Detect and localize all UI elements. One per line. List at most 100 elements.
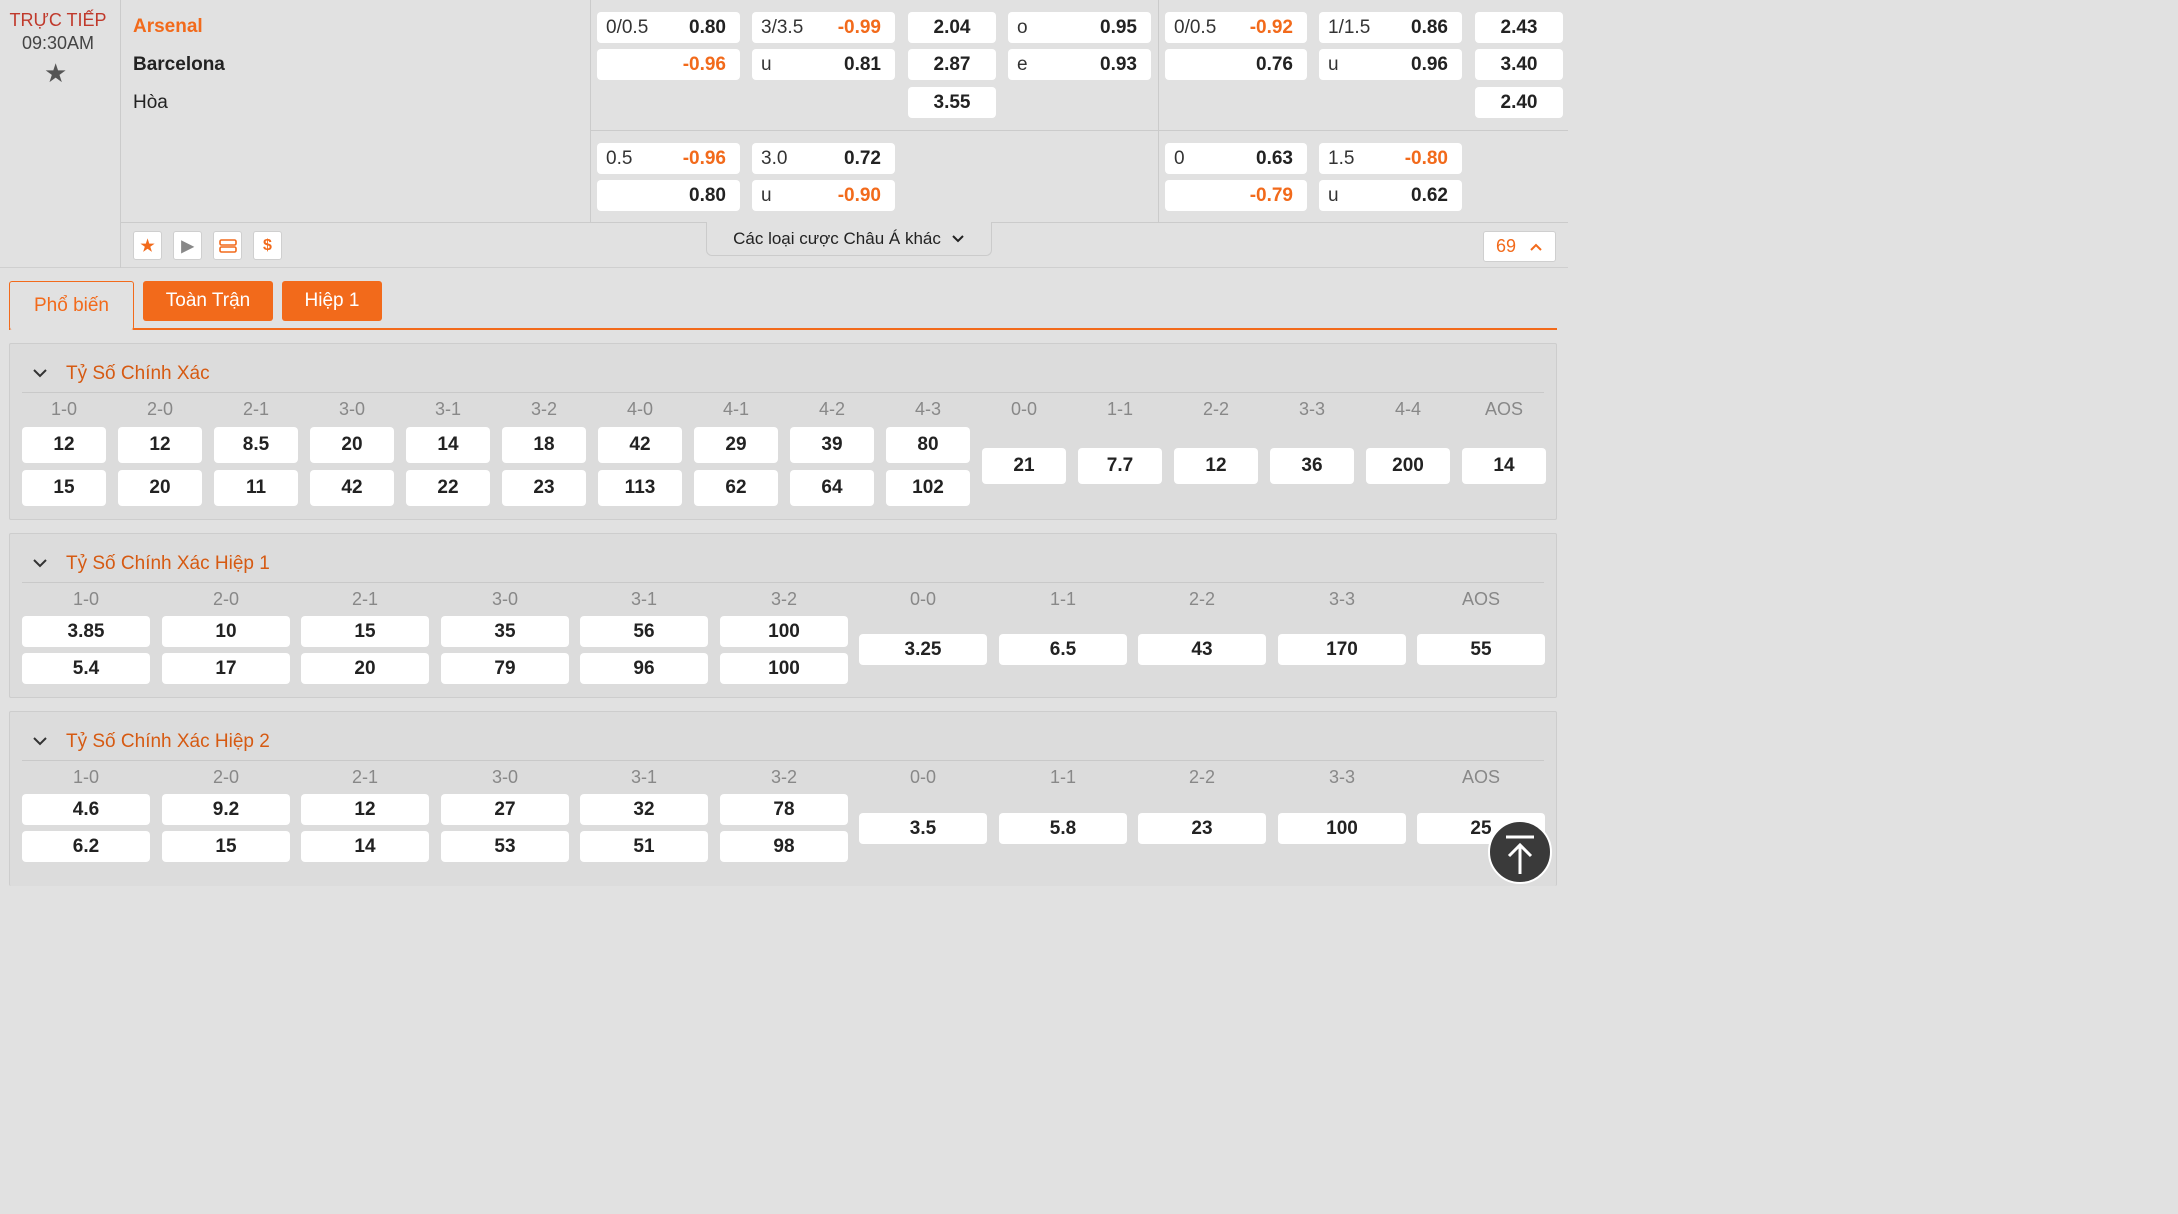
ft-overunder2-under[interactable]: u -0.90 <box>752 180 895 211</box>
ft-handicap-home[interactable]: 0/0.5 0.80 <box>597 12 740 43</box>
odds-button[interactable]: 15 <box>162 831 290 862</box>
ft-overunder-under[interactable]: u 0.81 <box>752 49 895 80</box>
odds-button[interactable]: 80 <box>886 427 970 463</box>
ht-1x2-away[interactable]: 3.40 <box>1475 49 1563 80</box>
ft-odd-even-even[interactable]: e 0.93 <box>1008 49 1151 80</box>
dollar-icon[interactable]: $ <box>253 231 282 260</box>
odds-button[interactable]: 17 <box>162 653 290 684</box>
ht-overunder2-over[interactable]: 1.5 -0.80 <box>1319 143 1462 174</box>
odds-button[interactable]: 27 <box>441 794 569 825</box>
chevron-down-icon[interactable] <box>32 736 48 746</box>
odds-button[interactable]: 96 <box>580 653 708 684</box>
ht-1x2-home[interactable]: 2.43 <box>1475 12 1563 43</box>
odds-button[interactable]: 11 <box>214 470 298 506</box>
ht-1x2-draw[interactable]: 2.40 <box>1475 87 1563 118</box>
odds-button[interactable]: 20 <box>310 427 394 463</box>
odds-button[interactable]: 39 <box>790 427 874 463</box>
odds-button[interactable]: 29 <box>694 427 778 463</box>
stats-icon[interactable] <box>213 231 242 260</box>
ft-1x2-home[interactable]: 2.04 <box>908 12 996 43</box>
odds-button[interactable]: 42 <box>598 427 682 463</box>
odds-button[interactable]: 170 <box>1278 634 1406 665</box>
odds-button[interactable]: 23 <box>502 470 586 506</box>
odds-button[interactable]: 3.25 <box>859 634 987 665</box>
more-asian-bets-dropdown[interactable]: Các loại cược Châu Á khác <box>706 222 992 256</box>
ft-handicap2-away[interactable]: 0.80 <box>597 180 740 211</box>
odds-button[interactable]: 100 <box>720 616 848 647</box>
ft-1x2-draw[interactable]: 3.55 <box>908 87 996 118</box>
odds-button[interactable]: 20 <box>301 653 429 684</box>
ht-handicap2-home[interactable]: 0 0.63 <box>1165 143 1307 174</box>
odds-button[interactable]: 35 <box>441 616 569 647</box>
ft-overunder-over[interactable]: 3/3.5 -0.99 <box>752 12 895 43</box>
ht-handicap2-away[interactable]: -0.79 <box>1165 180 1307 211</box>
away-team[interactable]: Barcelona <box>133 54 225 76</box>
ft-handicap2-home[interactable]: 0.5 -0.96 <box>597 143 740 174</box>
odds-button[interactable]: 12 <box>301 794 429 825</box>
odds-button[interactable]: 5.8 <box>999 813 1127 844</box>
tab-first-half[interactable]: Hiệp 1 <box>282 281 382 321</box>
odds-button[interactable]: 79 <box>441 653 569 684</box>
odds-button[interactable]: 10 <box>162 616 290 647</box>
home-team[interactable]: Arsenal <box>133 16 203 38</box>
odds-button[interactable]: 64 <box>790 470 874 506</box>
odds-button[interactable]: 4.6 <box>22 794 150 825</box>
odds-button[interactable]: 100 <box>720 653 848 684</box>
odds-button[interactable]: 20 <box>118 470 202 506</box>
odds-button[interactable]: 22 <box>406 470 490 506</box>
ft-odd-even-odd[interactable]: o 0.95 <box>1008 12 1151 43</box>
odds-button[interactable]: 113 <box>598 470 682 506</box>
odds-button[interactable]: 12 <box>1174 448 1258 484</box>
ht-overunder2-under[interactable]: u 0.62 <box>1319 180 1462 211</box>
odds-button[interactable]: 6.5 <box>999 634 1127 665</box>
odds-button[interactable]: 3.85 <box>22 616 150 647</box>
tab-full-match[interactable]: Toàn Trận <box>143 281 273 321</box>
ht-handicap-home[interactable]: 0/0.5 -0.92 <box>1165 12 1307 43</box>
odds-button[interactable]: 23 <box>1138 813 1266 844</box>
odds-button[interactable]: 102 <box>886 470 970 506</box>
score-header: 2-0 <box>212 767 239 787</box>
odds-button[interactable]: 18 <box>502 427 586 463</box>
odds-button[interactable]: 32 <box>580 794 708 825</box>
odds-button[interactable]: 53 <box>441 831 569 862</box>
odds-button[interactable]: 55 <box>1417 634 1545 665</box>
odds-button[interactable]: 43 <box>1138 634 1266 665</box>
ft-handicap-away[interactable]: -0.96 <box>597 49 740 80</box>
back-to-top-button[interactable] <box>1488 820 1552 884</box>
odds-button[interactable]: 56 <box>580 616 708 647</box>
ft-overunder2-over[interactable]: 3.0 0.72 <box>752 143 895 174</box>
odds-button[interactable]: 15 <box>22 470 106 506</box>
odds-button[interactable]: 6.2 <box>22 831 150 862</box>
tab-popular[interactable]: Phổ biến <box>9 281 134 330</box>
odds-button[interactable]: 14 <box>301 831 429 862</box>
odds-button[interactable]: 100 <box>1278 813 1406 844</box>
odds-button[interactable]: 21 <box>982 448 1066 484</box>
ht-overunder-over[interactable]: 1/1.5 0.86 <box>1319 12 1462 43</box>
odds-button[interactable]: 3.5 <box>859 813 987 844</box>
odds-button[interactable]: 12 <box>118 427 202 463</box>
odds-button[interactable]: 98 <box>720 831 848 862</box>
odds-button[interactable]: 15 <box>301 616 429 647</box>
ht-overunder-under[interactable]: u 0.96 <box>1319 49 1462 80</box>
play-video-icon[interactable]: ▶ <box>173 231 202 260</box>
odds-button[interactable]: 200 <box>1366 448 1450 484</box>
odds-button[interactable]: 42 <box>310 470 394 506</box>
odds-button[interactable]: 51 <box>580 831 708 862</box>
odds-button[interactable]: 5.4 <box>22 653 150 684</box>
odds-button[interactable]: 62 <box>694 470 778 506</box>
favorite-star-icon[interactable]: ★ <box>44 58 67 89</box>
odds-button[interactable]: 7.7 <box>1078 448 1162 484</box>
ft-1x2-away[interactable]: 2.87 <box>908 49 996 80</box>
ht-handicap-away[interactable]: 0.76 <box>1165 49 1307 80</box>
odds-button[interactable]: 78 <box>720 794 848 825</box>
favorite-icon[interactable]: ★ <box>133 231 162 260</box>
more-markets-count-button[interactable]: 69 <box>1483 231 1556 262</box>
chevron-down-icon[interactable] <box>32 558 48 568</box>
odds-button[interactable]: 8.5 <box>214 427 298 463</box>
odds-button[interactable]: 9.2 <box>162 794 290 825</box>
odds-button[interactable]: 36 <box>1270 448 1354 484</box>
odds-button[interactable]: 12 <box>22 427 106 463</box>
odds-button[interactable]: 14 <box>406 427 490 463</box>
chevron-down-icon[interactable] <box>32 368 48 378</box>
odds-button[interactable]: 14 <box>1462 448 1546 484</box>
